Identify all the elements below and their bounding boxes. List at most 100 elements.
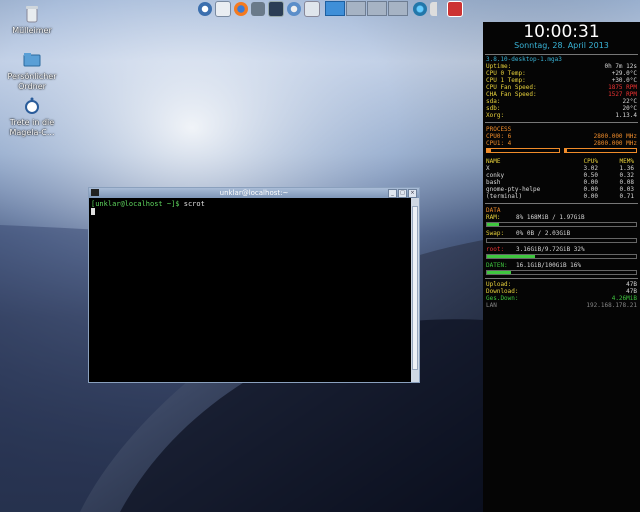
divider (485, 278, 638, 279)
workspace-3[interactable] (367, 1, 387, 16)
cpu-row: CPU0: 6 2800.000 MHz (483, 133, 640, 140)
system-label: CPU Fan Speed: (486, 84, 537, 91)
window-list-icon[interactable] (304, 0, 320, 17)
minimize-button[interactable]: _ (388, 189, 397, 198)
net-row: Ges.Down: 4.26MiB (483, 295, 640, 302)
settings-icon[interactable] (287, 1, 301, 16)
scrollbar-thumb[interactable] (412, 206, 418, 370)
mageia-menu-icon[interactable] (198, 1, 212, 16)
desktop-icon-home[interactable]: Persönlicher Ordner (0, 50, 64, 92)
workspace-1[interactable] (325, 1, 345, 16)
cpu-row: CPU1: 4 2800.000 MHz (483, 140, 640, 147)
workspace-2[interactable] (346, 1, 366, 16)
terminal-scrollbar[interactable] (411, 198, 419, 382)
data-bar-fill (487, 255, 535, 258)
update-icon[interactable] (447, 0, 463, 17)
net-row: Download: 47B (483, 288, 640, 295)
network-icon[interactable] (251, 1, 265, 16)
system-row: sdb: 20°C (483, 105, 640, 112)
system-value: +30.0°C (611, 77, 637, 84)
trash-icon (26, 6, 38, 23)
divider (485, 54, 638, 55)
desktop-icon-community[interactable]: Trete in die Magela-C... (0, 96, 64, 138)
system-value: 0h 7m 12s (604, 63, 637, 70)
data-row: root: 3.16GiB/9.72GiB 32% (483, 246, 640, 253)
data-label: DATEN: (486, 262, 508, 269)
cpu-label: CPU0: 6 (486, 133, 512, 140)
kernel-version: 3.8.10-desktop-1.mga3 (486, 56, 562, 63)
workspace-pager (325, 1, 408, 16)
net-value: 47B (626, 281, 637, 288)
process-cpu: 0.00 (583, 186, 598, 193)
desktop-icon-label: Trete in die Magela-C... (9, 118, 55, 137)
net-value: 192.168.178.21 (586, 302, 637, 309)
process-mem: 0.71 (619, 193, 634, 200)
cpu-label: CPU1: 4 (486, 140, 512, 147)
desktop-icon-label: Persönlicher Ordner (7, 72, 57, 91)
data-row: Swap: 0% 0B / 2.03GiB (483, 230, 640, 237)
command-text: scrot (183, 200, 205, 208)
cpu-usage-fill (564, 149, 568, 152)
net-label: Upload: (486, 281, 512, 288)
terminal-output[interactable]: [unklar@localhost ~]$ scrot (89, 198, 411, 382)
system-label: CHA Fan Speed: (486, 91, 537, 98)
system-row: CPU 1 Temp: +30.0°C (483, 77, 640, 84)
data-value: 8% 168MiB / 1.97GiB (516, 214, 585, 221)
net-value: 4.26MiB (611, 295, 637, 302)
data-label: Swap: (486, 230, 505, 237)
system-value: 1527 RPM (608, 91, 637, 98)
system-value: 22°C (622, 98, 637, 105)
divider (485, 203, 638, 204)
maximize-button[interactable]: □ (398, 189, 407, 198)
data-bar-fill (487, 271, 511, 274)
conky-panel: 10:00:31 Sonntag, 28. April 2013 3.8.10-… (483, 22, 640, 512)
community-icon (25, 97, 39, 114)
process-mem: 0.03 (619, 186, 634, 193)
terminal-titlebar[interactable]: unklar@localhost:~ _ □ × (89, 188, 419, 198)
cpu-bars (483, 147, 640, 154)
prompt-line: [unklar@localhost ~]$ scrot (91, 200, 409, 208)
data-label: root: (486, 246, 505, 253)
process-header: PROCESS (486, 126, 512, 133)
data-row: DATEN: 16.1GiB/100GiB 16% (483, 262, 640, 269)
clock-time: 10:00:31 (523, 22, 600, 42)
cpu-usage-bar (563, 148, 637, 153)
data-value: 16.1GiB/100GiB 16% (516, 262, 582, 269)
process-col-header: MEM% (619, 158, 634, 165)
process-cpu: 3.02 (583, 165, 598, 172)
monitor-icon[interactable] (268, 0, 284, 17)
net-label: LAN (486, 302, 497, 309)
data-value: 3.16GiB/9.72GiB 32% (516, 246, 585, 253)
system-row: CPU 0 Temp: +29.0°C (483, 70, 640, 77)
prompt: [unklar@localhost ~]$ (91, 200, 180, 208)
divider (485, 122, 638, 123)
data-bar-fill (487, 223, 499, 226)
cpu-usage-fill (487, 149, 492, 152)
desktop-icon-label: Mülleimer (12, 26, 52, 35)
file-manager-icon[interactable] (215, 0, 231, 17)
process-col-header: CPU% (583, 158, 598, 165)
process-cpu: 0.00 (583, 179, 598, 186)
net-label: Ges.Down: (486, 295, 519, 302)
terminal-title: unklar@localhost:~ (219, 189, 289, 197)
data-header: DATA (486, 207, 501, 214)
desktop-icon-trash[interactable]: Mülleimer (0, 4, 64, 36)
network-tray-icon[interactable] (413, 1, 427, 16)
workspace-4[interactable] (388, 1, 408, 16)
system-row: Uptime: 0h 7m 12s (483, 63, 640, 70)
process-mem: 1.36 (619, 165, 634, 172)
process-name: bash (486, 179, 501, 186)
process-name: conky (486, 172, 505, 179)
system-label: sda: (486, 98, 501, 105)
data-label: RAM: (486, 214, 501, 221)
firefox-icon[interactable] (234, 1, 248, 16)
terminal-cursor (91, 208, 95, 215)
cpu-freq: 2800.000 MHz (593, 140, 637, 147)
volume-icon[interactable] (430, 1, 444, 16)
terminal-window[interactable]: unklar@localhost:~ _ □ × [unklar@localho… (88, 187, 420, 383)
top-panel (198, 0, 463, 17)
net-row: LAN 192.168.178.21 (483, 302, 640, 309)
close-button[interactable]: × (408, 189, 417, 198)
home-folder-icon (23, 53, 41, 67)
system-row: CHA Fan Speed: 1527 RPM (483, 91, 640, 98)
